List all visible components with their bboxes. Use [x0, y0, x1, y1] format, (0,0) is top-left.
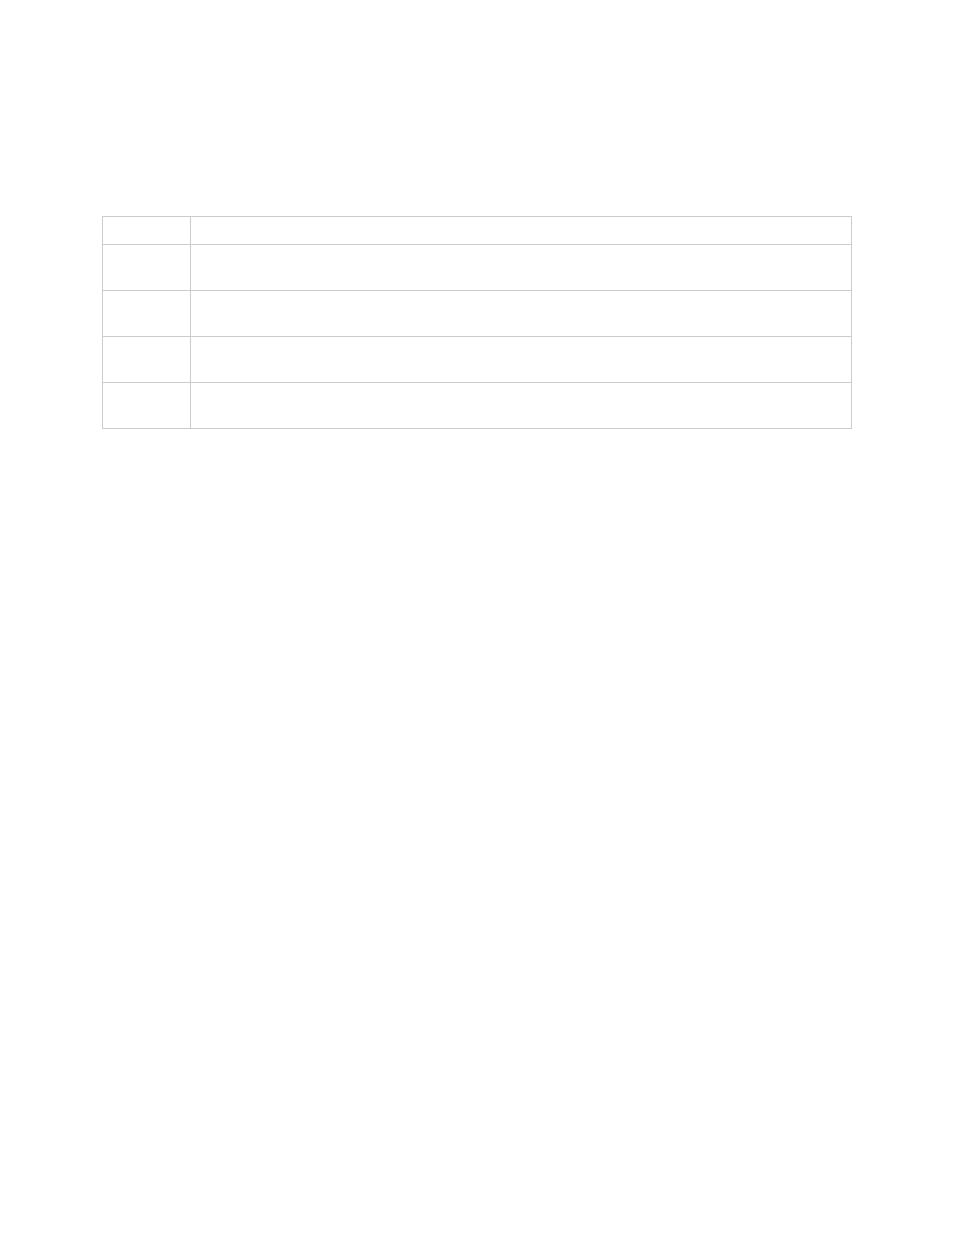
- table-row: [103, 245, 852, 291]
- table-row: [103, 337, 852, 383]
- cell-text: [103, 264, 190, 272]
- cell-text: [191, 227, 851, 235]
- data-table: [102, 216, 852, 429]
- table-cell: [190, 337, 851, 383]
- table-cell: [103, 337, 191, 383]
- cell-text: [191, 402, 851, 410]
- cell-text: [191, 356, 851, 364]
- table-row: [103, 217, 852, 245]
- table-cell: [190, 291, 851, 337]
- table-row: [103, 291, 852, 337]
- cell-text: [191, 264, 851, 272]
- table-row: [103, 383, 852, 429]
- cell-text: [191, 310, 851, 318]
- table-cell: [103, 217, 191, 245]
- cell-text: [103, 310, 190, 318]
- cell-text: [103, 402, 190, 410]
- table-cell: [190, 217, 851, 245]
- table-cell: [103, 383, 191, 429]
- table-cell: [190, 245, 851, 291]
- table-cell: [103, 291, 191, 337]
- table-cell: [103, 245, 191, 291]
- cell-text: [103, 227, 190, 235]
- cell-text: [103, 356, 190, 364]
- table-cell: [190, 383, 851, 429]
